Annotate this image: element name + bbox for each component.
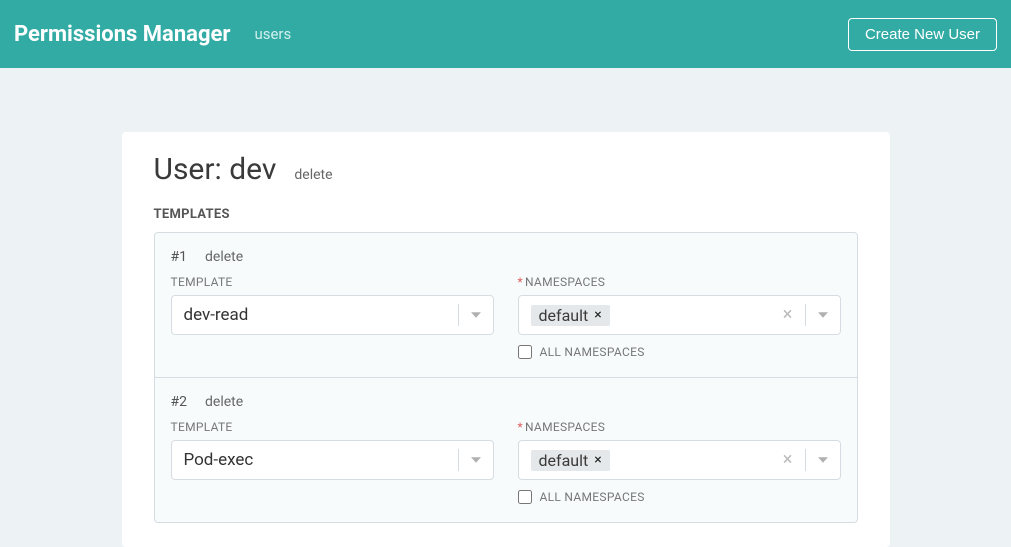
namespace-tag: default × [531,305,610,326]
required-asterisk: * [518,420,523,434]
template-row-number: #1 [171,249,188,265]
all-namespaces-row: ALL NAMESPACES [518,490,841,504]
delete-template-link[interactable]: delete [205,394,243,410]
template-field: TEMPLATE dev-read [171,275,494,359]
delete-user-link[interactable]: delete [294,167,332,183]
user-title: User: dev [154,152,277,187]
template-select-value: Pod-exec [172,450,458,470]
namespaces-field-label: *NAMESPACES [518,275,841,289]
namespaces-tags: default × [519,450,771,471]
all-namespaces-row: ALL NAMESPACES [518,345,841,359]
template-row-number: #2 [171,394,188,410]
namespaces-label-text: NAMESPACES [525,420,605,434]
template-field-label: TEMPLATE [171,275,494,289]
clear-all-icon[interactable]: × [771,306,805,324]
template-row-header: #2 delete [171,394,841,410]
template-row-header: #1 delete [171,249,841,265]
chevron-down-icon[interactable] [459,306,493,324]
template-row: #2 delete TEMPLATE Pod-exec [155,378,857,522]
user-card: User: dev delete Templates #1 delete TEM… [122,132,890,547]
template-row: #1 delete TEMPLATE dev-read [155,233,857,378]
namespaces-label-text: NAMESPACES [525,275,605,289]
template-row-fields: TEMPLATE dev-read *NAMESPACES [171,275,841,359]
chevron-down-icon[interactable] [459,451,493,469]
main-content: User: dev delete Templates #1 delete TEM… [0,68,1011,547]
namespaces-field: *NAMESPACES default × × [518,275,841,359]
namespace-tag-label: default [539,306,589,325]
template-select[interactable]: dev-read [171,295,494,335]
template-select-value: dev-read [172,305,458,325]
namespaces-tags: default × [519,305,771,326]
namespaces-field-label: *NAMESPACES [518,420,841,434]
clear-all-icon[interactable]: × [771,451,805,469]
create-user-button[interactable]: Create New User [848,18,997,51]
template-select[interactable]: Pod-exec [171,440,494,480]
namespace-tag: default × [531,450,610,471]
all-namespaces-checkbox[interactable] [518,345,532,359]
namespaces-select[interactable]: default × × [518,295,841,335]
app-header: Permissions Manager users Create New Use… [0,0,1011,68]
remove-tag-icon[interactable]: × [588,453,607,467]
template-row-fields: TEMPLATE Pod-exec *NAMESPACES [171,420,841,504]
chevron-down-icon[interactable] [806,451,840,469]
all-namespaces-checkbox[interactable] [518,490,532,504]
all-namespaces-label[interactable]: ALL NAMESPACES [540,490,645,504]
namespaces-select[interactable]: default × × [518,440,841,480]
template-field-label: TEMPLATE [171,420,494,434]
namespace-tag-label: default [539,451,589,470]
chevron-down-icon[interactable] [806,306,840,324]
templates-heading: Templates [154,207,858,222]
templates-list: #1 delete TEMPLATE dev-read [154,232,858,523]
namespaces-field: *NAMESPACES default × × [518,420,841,504]
template-field: TEMPLATE Pod-exec [171,420,494,504]
delete-template-link[interactable]: delete [205,249,243,265]
nav-users-link[interactable]: users [254,25,291,43]
all-namespaces-label[interactable]: ALL NAMESPACES [540,345,645,359]
app-title[interactable]: Permissions Manager [14,22,230,47]
required-asterisk: * [518,275,523,289]
remove-tag-icon[interactable]: × [588,308,607,322]
user-title-row: User: dev delete [154,152,858,187]
